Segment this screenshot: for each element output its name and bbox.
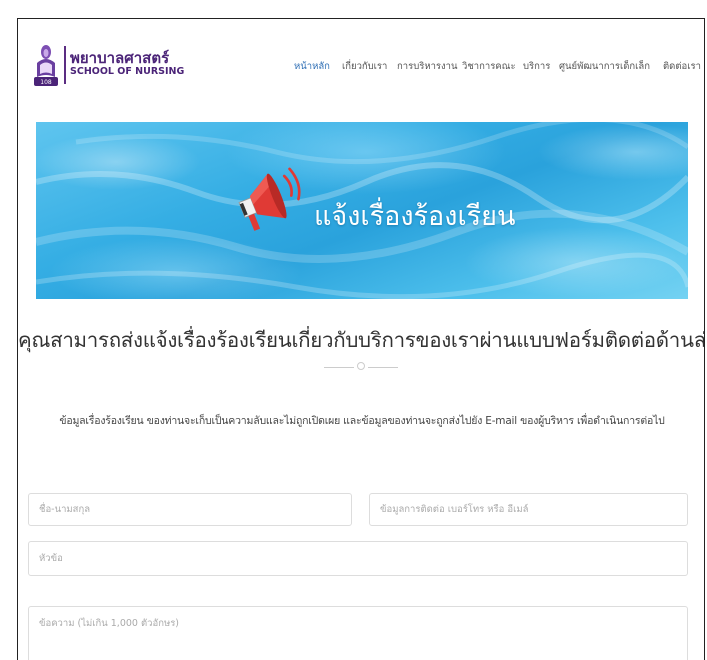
contact-field[interactable] [369, 493, 688, 526]
svg-text:108: 108 [40, 79, 52, 86]
logo-emblem-icon: 108 [34, 45, 58, 86]
banner-title: แจ้งเรื่องร้องเรียน [314, 201, 516, 232]
nav-item-services[interactable]: บริการ [523, 59, 550, 74]
message-field[interactable] [28, 606, 688, 660]
nav-item-academics[interactable]: วิชาการคณะ [462, 59, 516, 74]
name-field[interactable] [28, 493, 352, 526]
nav-item-about[interactable]: เกี่ยวกับเรา [342, 59, 387, 74]
section-divider [324, 362, 400, 374]
complaint-banner: แจ้งเรื่องร้องเรียน [36, 122, 688, 299]
subject-field[interactable] [28, 541, 688, 576]
logo-title-english: SCHOOL OF NURSING [70, 66, 185, 77]
browser-frame: 108 พยาบาลศาสตร์ SCHOOL OF NURSING หน้าห… [17, 18, 705, 660]
privacy-notice: ข้อมูลเรื่องร้องเรียน ของท่านจะเก็บเป็นค… [59, 415, 665, 427]
logo-divider [64, 46, 66, 84]
page-headline: คุณสามารถส่งแจ้งเรื่องร้องเรียนเกี่ยวกับ… [18, 328, 705, 352]
nav-item-home[interactable]: หน้าหลัก [294, 59, 330, 74]
nav-item-administration[interactable]: การบริหารงาน [397, 59, 458, 74]
megaphone-icon [238, 167, 301, 231]
site-logo[interactable]: 108 พยาบาลศาสตร์ SCHOOL OF NURSING [33, 43, 184, 93]
nav-item-contact[interactable]: ติดต่อเรา [663, 59, 701, 74]
nav-item-child-center[interactable]: ศูนย์พัฒนาการเด็กเล็ก [559, 59, 650, 74]
